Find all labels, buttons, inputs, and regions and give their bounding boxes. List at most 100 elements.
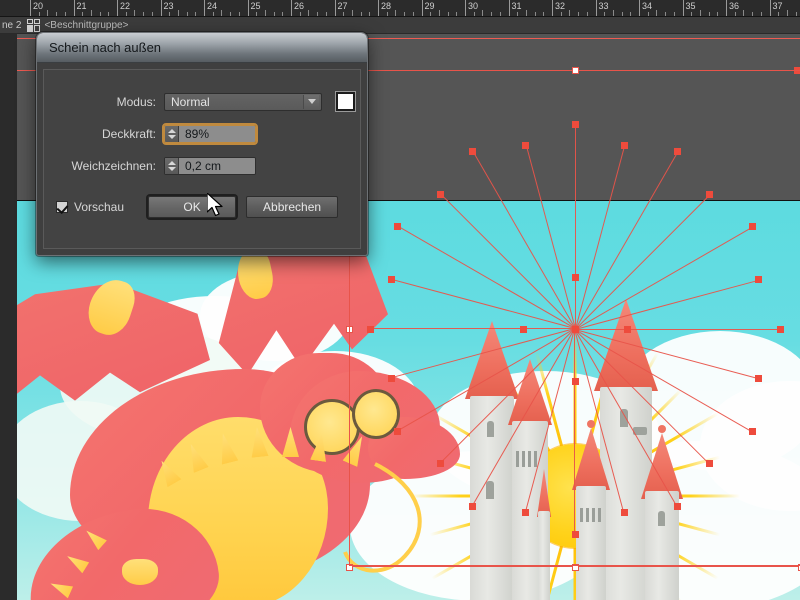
opacity-row: Deckkraft: 89% [44,123,360,145]
tower-body [645,491,679,600]
ruler-label: 37 [772,1,783,11]
ruler-tick-minor [221,10,223,16]
ruler-label: 27 [337,1,348,11]
opacity-label: Deckkraft: [101,127,156,141]
blur-input[interactable]: 0,2 cm [179,158,255,174]
ruler-tick-minor [282,12,284,16]
outer-glow-dialog[interactable]: Schein nach außen Modus: Normal Deckkraf… [36,32,368,256]
ruler-tick-minor [534,12,536,16]
selection-anchor[interactable] [522,141,530,149]
tower-window [658,511,665,526]
ruler-tick-minor [317,12,319,16]
ruler-tick-minor [186,12,188,16]
ruler-tick-major [160,0,162,16]
ruler-tick-minor [134,10,136,16]
arrow-cursor [207,193,223,217]
selection-anchor-mid[interactable] [571,66,579,74]
ruler-tick-minor [569,10,571,16]
ruler-label: 28 [381,1,392,11]
dragon[interactable] [0,221,460,600]
ruler-tick-minor [360,12,362,16]
chevron-down-icon[interactable] [303,94,319,109]
ruler-tick-minor [447,12,449,16]
opacity-input[interactable]: 89% [179,126,255,142]
ruler-tick-minor [491,12,493,16]
ruler-tick-minor [473,12,475,16]
ruler-tick-minor [38,12,40,16]
tower-finial [587,420,595,428]
glow-color-swatch[interactable] [336,92,355,111]
dialog-body: Modus: Normal Deckkraft: 89% Weichzeichn… [43,69,361,249]
selection-anchor[interactable] [705,191,713,199]
ruler-tick-major [639,0,640,16]
tower-merlon [528,451,531,467]
ruler-label: 36 [729,1,740,11]
tower-merlon [534,451,537,467]
ruler-tick-minor [395,10,397,16]
ruler-tick-minor [525,10,527,16]
ruler-tick-minor [47,10,49,16]
ruler-tick-minor [264,10,266,16]
ruler-tick-minor [273,12,275,16]
ruler-tick-minor [195,12,197,16]
tower-roof [572,428,610,490]
ruler-tick-minor [612,10,614,16]
preview-checkbox[interactable] [56,201,68,213]
selection-anchor[interactable] [437,191,445,199]
dragon-foot [122,559,158,585]
ruler-tick-minor [647,12,649,16]
ruler-tick-minor [604,12,606,16]
ruler-tick-minor [786,10,788,16]
ruler-tick-minor [517,12,519,16]
opacity-stepper[interactable]: 89% [162,123,258,145]
selection-anchor[interactable] [571,120,579,128]
blur-stepper[interactable]: 0,2 cm [164,157,256,175]
ruler-tick-major [247,0,249,16]
cancel-button[interactable]: Abbrechen [246,196,339,218]
tower-merlon [586,508,589,522]
ruler-tick-minor [238,12,240,16]
preview-label: Vorschau [74,200,125,214]
preview-checkbox-wrap[interactable]: Vorschau [56,200,124,214]
ruler-tick-minor [691,12,693,16]
ruler-tick-minor [256,12,258,16]
ruler-tick-minor [743,10,745,16]
ruler-tick-minor [108,12,110,16]
group-target-icon[interactable] [27,18,41,32]
tower-merlon [592,508,595,522]
ruler-tick-major [73,0,75,16]
ruler-tick-minor [578,12,580,16]
artboard[interactable] [0,200,800,600]
ruler-tick-minor [760,12,762,16]
blur-spinner[interactable] [165,158,179,174]
castle-tower [572,420,610,600]
ruler-label: 24 [207,1,218,11]
mode-select[interactable]: Normal [164,92,322,111]
mode-row: Modus: Normal [44,92,360,111]
ruler-tick-minor [734,12,736,16]
opacity-spinner[interactable] [165,126,179,142]
ruler-label: 32 [555,1,566,11]
selection-anchor[interactable] [674,147,681,155]
ruler-tick-major [465,0,466,16]
horizontal-ruler[interactable]: 20212223242526272829303132333435363738 [0,0,800,17]
tower-window [487,421,494,437]
ruler-label: 34 [642,1,653,11]
ruler-tick-minor [404,12,406,16]
vertical-ruler[interactable] [0,34,17,600]
ruler-tick-major [291,0,292,16]
tower-roof [508,359,552,425]
castle-spire [537,469,551,600]
ruler-tick-minor [665,12,667,16]
group-icon-part [27,18,34,24]
ruler-tick-minor [560,12,562,16]
selection-anchor[interactable] [469,147,476,155]
group-icon-part [34,24,41,32]
ruler-label: 26 [294,1,305,11]
ruler-tick-minor [430,12,432,16]
ruler-tick-major [334,0,336,16]
ruler-tick-minor [230,12,232,16]
selection-anchor[interactable] [620,141,628,149]
selection-anchor[interactable] [793,66,800,74]
spire-roof [537,469,551,517]
